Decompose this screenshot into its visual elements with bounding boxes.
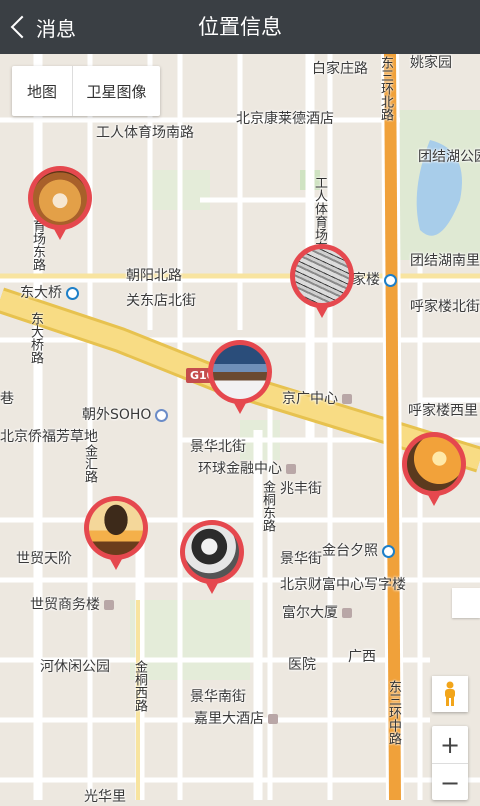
location-marker[interactable]: [402, 432, 466, 510]
map-label: 广西: [348, 649, 376, 665]
avatar: [295, 249, 349, 303]
subway-icon: [384, 273, 397, 287]
map-label: 金桐西路: [132, 660, 147, 712]
map-label: 世贸商务楼: [30, 594, 114, 614]
subway-icon: [382, 544, 395, 558]
map-label: 金台夕照: [322, 540, 395, 560]
map-label: 巷: [0, 391, 14, 407]
page-title: 位置信息: [198, 15, 282, 39]
building-icon: [342, 394, 352, 404]
avatar: [407, 437, 461, 491]
map-label: 河休闲公园: [40, 659, 110, 675]
map-label: 团结湖南里: [410, 253, 480, 269]
subway-icon: [66, 286, 79, 300]
map-label: 北京侨福芳草地: [0, 429, 98, 445]
street-view-pegman-icon[interactable]: [432, 676, 468, 712]
map-label: 东大桥路: [28, 312, 43, 364]
map-label: 呼家楼西里: [408, 403, 478, 419]
map-type-map-button[interactable]: 地图: [12, 66, 73, 116]
map-label: 白家庄路: [312, 61, 368, 77]
location-marker[interactable]: [180, 520, 244, 598]
map-label: 嘉里大酒店: [194, 708, 278, 728]
map-label: 京广中心: [282, 388, 352, 408]
location-marker[interactable]: [290, 244, 354, 322]
pegman-icon: [445, 681, 455, 706]
map-label: 金桐东路: [260, 480, 275, 532]
map-label: 工人体育场南路: [96, 125, 194, 141]
map-label: 景华北街: [190, 439, 246, 455]
map-label: 关东店北街: [126, 293, 196, 309]
map-label: 朝外SOHO: [82, 404, 169, 424]
map-label: 景华街: [280, 551, 322, 567]
map-label: 环球金融中心: [198, 458, 296, 478]
map-label: 东三环中路: [386, 680, 401, 745]
map-label: 家楼: [352, 269, 397, 289]
avatar: [185, 525, 239, 579]
location-marker[interactable]: [84, 496, 148, 574]
map-label: 呼家楼北街: [410, 299, 480, 315]
avatar: [33, 171, 87, 225]
building-icon: [104, 600, 114, 610]
map-label: 富尔大厦: [282, 602, 352, 622]
zoom-out-button[interactable]: −: [432, 764, 468, 801]
building-icon: [286, 464, 296, 474]
location-marker[interactable]: [208, 340, 272, 418]
map-type-satellite-button[interactable]: 卫星图像: [73, 66, 160, 116]
map-label: 医院: [288, 657, 316, 673]
location-marker[interactable]: [28, 166, 92, 244]
map-label: 景华南街: [190, 689, 246, 705]
map-label: 东大桥: [20, 282, 79, 302]
map-label: 团结湖公园: [418, 149, 480, 165]
map-label: 金汇路: [82, 444, 97, 483]
map-label: 朝阳北路: [126, 268, 182, 284]
building-icon: [342, 608, 352, 618]
map-label: 光华里: [84, 789, 126, 805]
zoom-in-button[interactable]: +: [432, 726, 468, 764]
map-label: 姚家园: [410, 55, 452, 71]
building-icon: [452, 588, 480, 618]
zoom-control: + −: [432, 726, 468, 800]
building-icon: [155, 408, 169, 422]
map-label: 兆丰街: [280, 481, 322, 497]
map-type-toggle: 地图 卫星图像: [12, 66, 160, 116]
building-icon: [268, 714, 278, 724]
map-label: 北京财富中心写字楼: [280, 577, 406, 593]
map-label: 东三环北路: [378, 56, 393, 121]
title-bar: 消息 位置信息: [0, 0, 480, 54]
avatar: [213, 345, 267, 399]
map-label: 世贸天阶: [16, 551, 72, 567]
avatar: [89, 501, 143, 555]
map-label: 北京康莱德酒店: [236, 111, 334, 127]
